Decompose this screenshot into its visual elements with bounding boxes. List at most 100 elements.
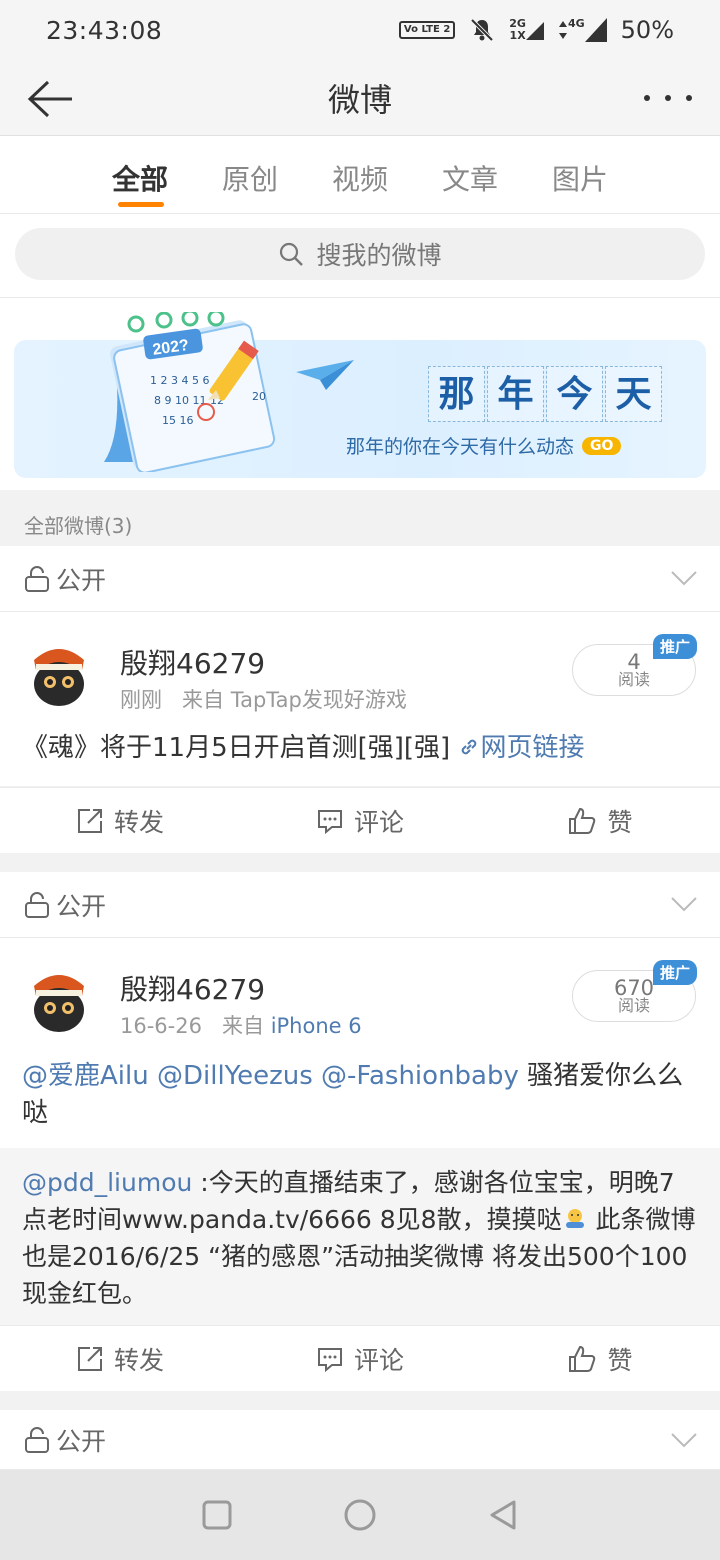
comment-label: 评论 <box>353 1345 404 1375</box>
system-nav-bar <box>0 1470 720 1560</box>
banner-subtitle-text: 那年的你在今天有什么动态 <box>346 436 575 458</box>
reposted-content[interactable]: @pdd_liumou :今天的直播结束了，感谢各位宝宝，明晚7点老时间www.… <box>0 1148 720 1325</box>
battery-level: 50% <box>620 16 674 44</box>
back-icon[interactable] <box>487 1499 519 1531</box>
nav-bar: 微博 <box>0 60 720 136</box>
chevron-down-icon[interactable] <box>670 890 698 924</box>
svg-text:20: 20 <box>252 390 266 403</box>
status-icons: Vo LTE 2 2G 1X 4G 50% <box>398 16 674 44</box>
tab-pictures[interactable]: 图片 <box>525 136 635 213</box>
avatar[interactable] <box>22 636 96 710</box>
tab-video[interactable]: 视频 <box>305 136 415 213</box>
post-source: TapTap发现好游戏 <box>230 688 407 712</box>
section-label: 全部微博(3) <box>0 490 720 546</box>
visibility-label: 公开 <box>56 1426 107 1456</box>
repost-author-mention[interactable]: @pdd_liumou <box>22 1168 192 1197</box>
read-count-label: 阅读 <box>617 670 650 689</box>
post-source[interactable]: iPhone 6 <box>271 1014 362 1038</box>
banner-section: 202? 1 2 3 4 5 6 8 9 10 11 12 15 16 20 那… <box>0 298 720 490</box>
post-body: 《魂》将于11月5日开启首测[强][强] <box>22 733 451 763</box>
search-placeholder: 搜我的微博 <box>316 241 442 270</box>
thumbs-up-icon <box>569 807 596 834</box>
post-time: 16-6-26 <box>120 1014 202 1038</box>
visibility-label: 公开 <box>56 891 107 921</box>
search-icon <box>280 242 304 266</box>
svg-text:15 16: 15 16 <box>162 414 194 427</box>
comment-icon <box>317 809 342 834</box>
thumbs-up-icon <box>569 1345 596 1372</box>
lock-icon <box>24 891 50 919</box>
like-button[interactable]: 赞 <box>480 788 720 853</box>
author-name[interactable]: 殷翔46279 <box>120 642 265 682</box>
banner-title: 那 年 今 天 <box>428 366 662 422</box>
home-icon[interactable] <box>343 1498 377 1532</box>
filter-tabs: 全部 原创 视频 文章 图片 <box>0 136 720 214</box>
like-label: 赞 <box>607 807 633 837</box>
source-prefix: 来自 <box>222 1014 264 1038</box>
volte-icon: Vo LTE 2 <box>398 21 456 39</box>
read-count-label: 阅读 <box>617 996 650 1015</box>
visibility-label: 公开 <box>56 565 107 595</box>
banner-title-char: 那 <box>428 366 485 422</box>
post-meta: 刚刚 来自 TapTap发现好游戏 <box>120 684 407 714</box>
signal-4g-icon: 4G <box>558 18 607 42</box>
comment-button[interactable]: 评论 <box>240 788 480 853</box>
recent-apps-icon[interactable] <box>201 1499 233 1531</box>
search-section: 搜我的微博 <box>0 214 720 298</box>
author-name[interactable]: 殷翔46279 <box>120 968 265 1008</box>
web-link[interactable]: 网页链接 <box>458 733 584 763</box>
banner-subtitle: 那年的你在今天有什么动态 GO <box>346 432 622 459</box>
banner-title-char: 年 <box>487 366 544 422</box>
repost-label: 转发 <box>113 807 164 837</box>
post-action-bar: 转发 评论 赞 <box>0 787 720 853</box>
status-bar: 23:43:08 Vo LTE 2 2G 1X 4G 50% <box>0 0 720 60</box>
comment-button[interactable]: 评论 <box>240 1326 480 1391</box>
post-meta: 16-6-26 来自 iPhone 6 <box>120 1010 362 1040</box>
calendar-illustration: 202? 1 2 3 4 5 6 8 9 10 11 12 15 16 20 <box>104 312 276 472</box>
tab-original[interactable]: 原创 <box>195 136 305 213</box>
chevron-down-icon[interactable] <box>670 1426 698 1460</box>
tab-all[interactable]: 全部 <box>85 136 195 213</box>
post-text: @爱鹿Ailu @DillYeezus @-Fashionbaby 骚猪爱你么么… <box>22 1058 698 1132</box>
page-title: 微博 <box>327 80 392 119</box>
repost-button[interactable]: 转发 <box>0 788 240 853</box>
weibo-post: 殷翔46279 刚刚 来自 TapTap发现好游戏 4 阅读 推广 《魂》将于1… <box>0 612 720 786</box>
banner-title-char: 今 <box>546 366 603 422</box>
svg-text:1 2 3 4 5 6: 1 2 3 4 5 6 <box>150 374 209 387</box>
status-time: 23:43:08 <box>46 15 163 45</box>
visibility-row[interactable]: 公开 <box>0 1410 720 1470</box>
tab-article[interactable]: 文章 <box>415 136 525 213</box>
avatar[interactable] <box>22 962 96 1036</box>
more-options-icon[interactable] <box>644 80 692 116</box>
go-badge[interactable]: GO <box>582 436 622 455</box>
like-label: 赞 <box>607 1345 633 1375</box>
repost-icon <box>77 808 102 833</box>
like-button[interactable]: 赞 <box>480 1326 720 1391</box>
lock-icon <box>24 1426 50 1454</box>
source-prefix: 来自 <box>182 688 225 712</box>
comment-icon <box>317 1347 342 1372</box>
promote-badge[interactable]: 推广 <box>652 634 697 659</box>
visibility-row[interactable]: 公开 <box>0 546 720 612</box>
hug-emoji-icon <box>565 1209 584 1228</box>
mention-links[interactable]: @爱鹿Ailu @DillYeezus @-Fashionbaby <box>22 1061 519 1091</box>
repost-button[interactable]: 转发 <box>0 1326 240 1391</box>
comment-label: 评论 <box>353 807 404 837</box>
repost-icon <box>77 1346 102 1371</box>
on-this-day-banner[interactable]: 202? 1 2 3 4 5 6 8 9 10 11 12 15 16 20 那… <box>14 312 706 478</box>
net-4g-label: 4G <box>567 17 585 30</box>
promote-badge[interactable]: 推广 <box>652 960 697 985</box>
paper-plane-icon <box>296 360 354 390</box>
back-arrow-icon[interactable] <box>26 74 76 124</box>
repost-label: 转发 <box>113 1345 164 1375</box>
post-text: 《魂》将于11月5日开启首测[强][强] 网页链接 <box>22 730 698 767</box>
visibility-row[interactable]: 公开 <box>0 872 720 938</box>
post-action-bar: 转发 评论 赞 <box>0 1325 720 1391</box>
web-link-label: 网页链接 <box>480 733 585 763</box>
post-time: 刚刚 <box>120 688 162 712</box>
chevron-down-icon[interactable] <box>670 564 698 598</box>
link-icon <box>462 739 477 755</box>
weibo-post: 殷翔46279 16-6-26 来自 iPhone 6 670 阅读 推广 @爱… <box>0 938 720 1148</box>
search-input[interactable]: 搜我的微博 <box>15 228 705 280</box>
signal-2g-icon: 2G 1X <box>509 18 544 42</box>
